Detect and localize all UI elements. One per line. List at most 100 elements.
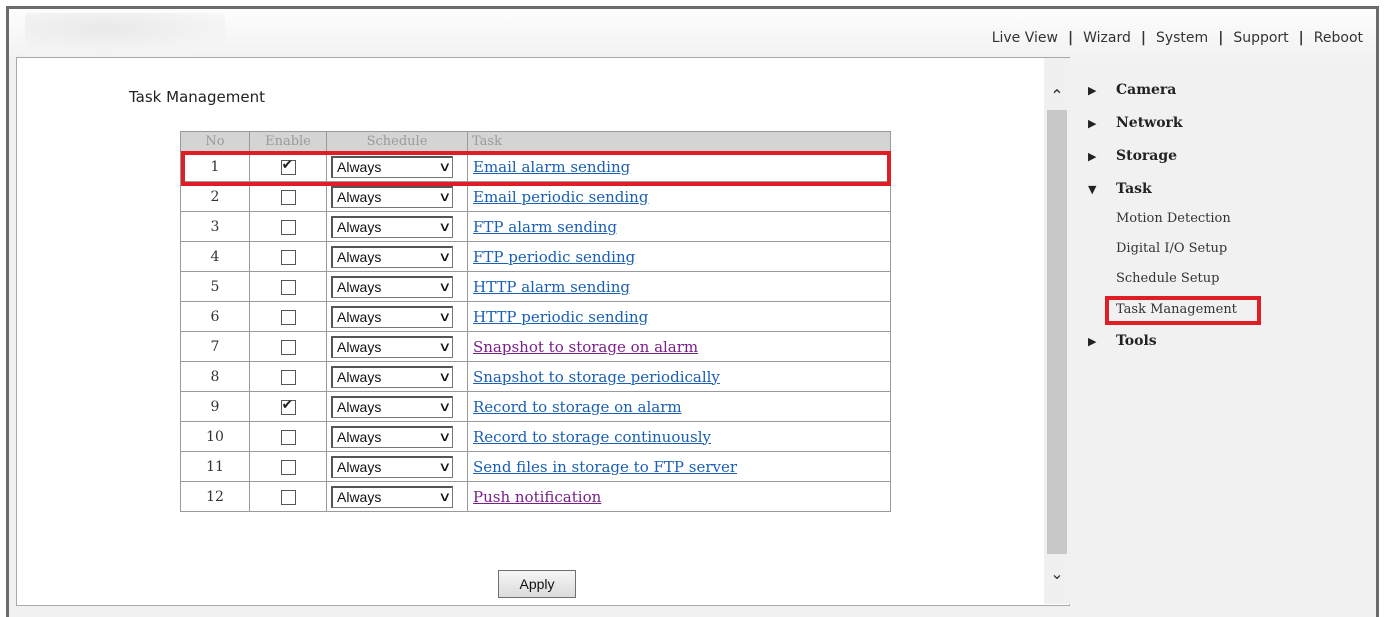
schedule-select[interactable]: Always ∨ xyxy=(331,245,453,268)
row-number: 6 xyxy=(180,301,250,332)
table-row: 6 Always ∨ HTTP periodic sending xyxy=(180,301,891,332)
sidebar-sub-digital-io-setup[interactable]: Digital I/O Setup xyxy=(1116,241,1227,256)
enable-checkbox[interactable] xyxy=(280,309,296,325)
task-link[interactable]: FTP alarm sending xyxy=(473,218,617,236)
enable-cell xyxy=(249,331,327,362)
sidebar-item-network[interactable]: ▶ Network xyxy=(1088,115,1183,131)
task-cell: Email periodic sending xyxy=(467,181,891,212)
task-cell: FTP alarm sending xyxy=(467,211,891,242)
sidebar-item-storage[interactable]: ▶ Storage xyxy=(1088,148,1177,164)
enable-checkbox[interactable] xyxy=(280,397,296,415)
task-link[interactable]: Record to storage on alarm xyxy=(473,398,682,416)
schedule-select[interactable]: Always ∨ xyxy=(331,485,453,508)
table-header-row: No Enable Schedule Task xyxy=(180,131,891,152)
task-link[interactable]: Email periodic sending xyxy=(473,188,648,206)
schedule-select[interactable]: Always ∨ xyxy=(331,305,453,328)
apply-button[interactable]: Apply xyxy=(498,570,576,598)
enable-checkbox[interactable] xyxy=(280,219,296,235)
nav-live-view[interactable]: Live View xyxy=(992,30,1058,46)
enable-cell xyxy=(249,451,327,482)
schedule-select[interactable]: Always ∨ xyxy=(331,425,453,448)
enable-checkbox[interactable] xyxy=(280,279,296,295)
sidebar-item-camera[interactable]: ▶ Camera xyxy=(1088,82,1176,98)
task-cell: FTP periodic sending xyxy=(467,241,891,272)
schedule-select[interactable]: Always ∨ xyxy=(331,155,453,178)
chevron-down-icon: ∨ xyxy=(438,399,452,414)
enable-cell xyxy=(249,421,327,452)
chevron-down-icon: ∨ xyxy=(438,309,452,324)
schedule-cell: Always ∨ xyxy=(326,331,468,362)
content-panel: Task Management No Enable Schedule Task … xyxy=(16,57,1070,606)
caret-right-icon: ▶ xyxy=(1088,117,1097,130)
enable-checkbox[interactable] xyxy=(280,157,296,175)
scroll-up-icon[interactable]: ⌃ xyxy=(1044,86,1070,105)
schedule-select[interactable]: Always ∨ xyxy=(331,455,453,478)
nav-system[interactable]: System xyxy=(1156,30,1208,46)
logo xyxy=(25,13,225,53)
schedule-cell: Always ∨ xyxy=(326,241,468,272)
task-link[interactable]: HTTP alarm sending xyxy=(473,278,630,296)
enable-checkbox[interactable] xyxy=(280,339,296,355)
task-link[interactable]: Record to storage continuously xyxy=(473,428,711,446)
task-link[interactable]: FTP periodic sending xyxy=(473,248,635,266)
sidebar-sub-motion-detection[interactable]: Motion Detection xyxy=(1116,211,1231,226)
table-row: 12 Always ∨ Push notification xyxy=(180,481,891,512)
task-table: No Enable Schedule Task 1 Always ∨ Email al… xyxy=(180,131,891,512)
enable-checkbox[interactable] xyxy=(280,369,296,385)
enable-checkbox[interactable] xyxy=(280,429,296,445)
schedule-select[interactable]: Always ∨ xyxy=(331,215,453,238)
table-row: 8 Always ∨ Snapshot to storage periodically xyxy=(180,361,891,392)
enable-checkbox[interactable] xyxy=(280,459,296,475)
sidebar-item-tools[interactable]: ▶ Tools xyxy=(1088,333,1157,349)
nav-wizard[interactable]: Wizard xyxy=(1083,30,1131,46)
enable-cell xyxy=(249,271,327,302)
row-number: 5 xyxy=(180,271,250,302)
sidebar-item-label: Network xyxy=(1116,115,1183,131)
task-link[interactable]: Snapshot to storage periodically xyxy=(473,368,720,386)
row-number: 11 xyxy=(180,451,250,482)
page-title: Task Management xyxy=(129,88,265,106)
row-number: 2 xyxy=(180,181,250,212)
vertical-scrollbar[interactable]: ⌃ ⌄ xyxy=(1044,58,1070,604)
chevron-down-icon: ∨ xyxy=(438,489,452,504)
nav-support[interactable]: Support xyxy=(1233,30,1288,46)
enable-checkbox[interactable] xyxy=(280,189,296,205)
sidebar-sub-schedule-setup[interactable]: Schedule Setup xyxy=(1116,271,1219,286)
task-link[interactable]: Email alarm sending xyxy=(473,158,630,176)
schedule-cell: Always ∨ xyxy=(326,211,468,242)
table-row: 10 Always ∨ Record to storage continuously xyxy=(180,421,891,452)
caret-right-icon: ▶ xyxy=(1088,84,1097,97)
row-number: 10 xyxy=(180,421,250,452)
schedule-select[interactable]: Always ∨ xyxy=(331,275,453,298)
enable-checkbox[interactable] xyxy=(280,489,296,505)
nav-separator: | xyxy=(1298,30,1304,46)
table-row: 2 Always ∨ Email periodic sending xyxy=(180,181,891,212)
sidebar-item-task[interactable]: ▼ Task xyxy=(1088,181,1152,197)
chevron-down-icon: ∨ xyxy=(438,279,452,294)
task-link[interactable]: Snapshot to storage on alarm xyxy=(473,338,698,356)
task-link[interactable]: HTTP periodic sending xyxy=(473,308,648,326)
schedule-select[interactable]: Always ∨ xyxy=(331,185,453,208)
schedule-cell: Always ∨ xyxy=(326,391,468,422)
chevron-down-icon: ∨ xyxy=(438,429,452,444)
header-task: Task xyxy=(467,131,891,152)
schedule-value: Always xyxy=(337,399,382,415)
schedule-select[interactable]: Always ∨ xyxy=(331,335,453,358)
nav-reboot[interactable]: Reboot xyxy=(1314,30,1363,46)
schedule-cell: Always ∨ xyxy=(326,421,468,452)
row-number: 9 xyxy=(180,391,250,422)
enable-checkbox[interactable] xyxy=(280,249,296,265)
task-link[interactable]: Send files in storage to FTP server xyxy=(473,458,737,476)
task-link[interactable]: Push notification xyxy=(473,488,601,506)
schedule-select[interactable]: Always ∨ xyxy=(331,395,453,418)
scroll-down-icon[interactable]: ⌄ xyxy=(1044,564,1070,583)
schedule-select[interactable]: Always ∨ xyxy=(331,365,453,388)
task-cell: HTTP alarm sending xyxy=(467,271,891,302)
header-enable: Enable xyxy=(249,131,327,152)
scrollbar-thumb[interactable] xyxy=(1047,110,1067,554)
enable-cell xyxy=(249,181,327,212)
sidebar-sub-task-management[interactable]: Task Management xyxy=(1116,302,1237,317)
caret-right-icon: ▶ xyxy=(1088,335,1097,348)
schedule-value: Always xyxy=(337,309,382,325)
schedule-value: Always xyxy=(337,339,382,355)
